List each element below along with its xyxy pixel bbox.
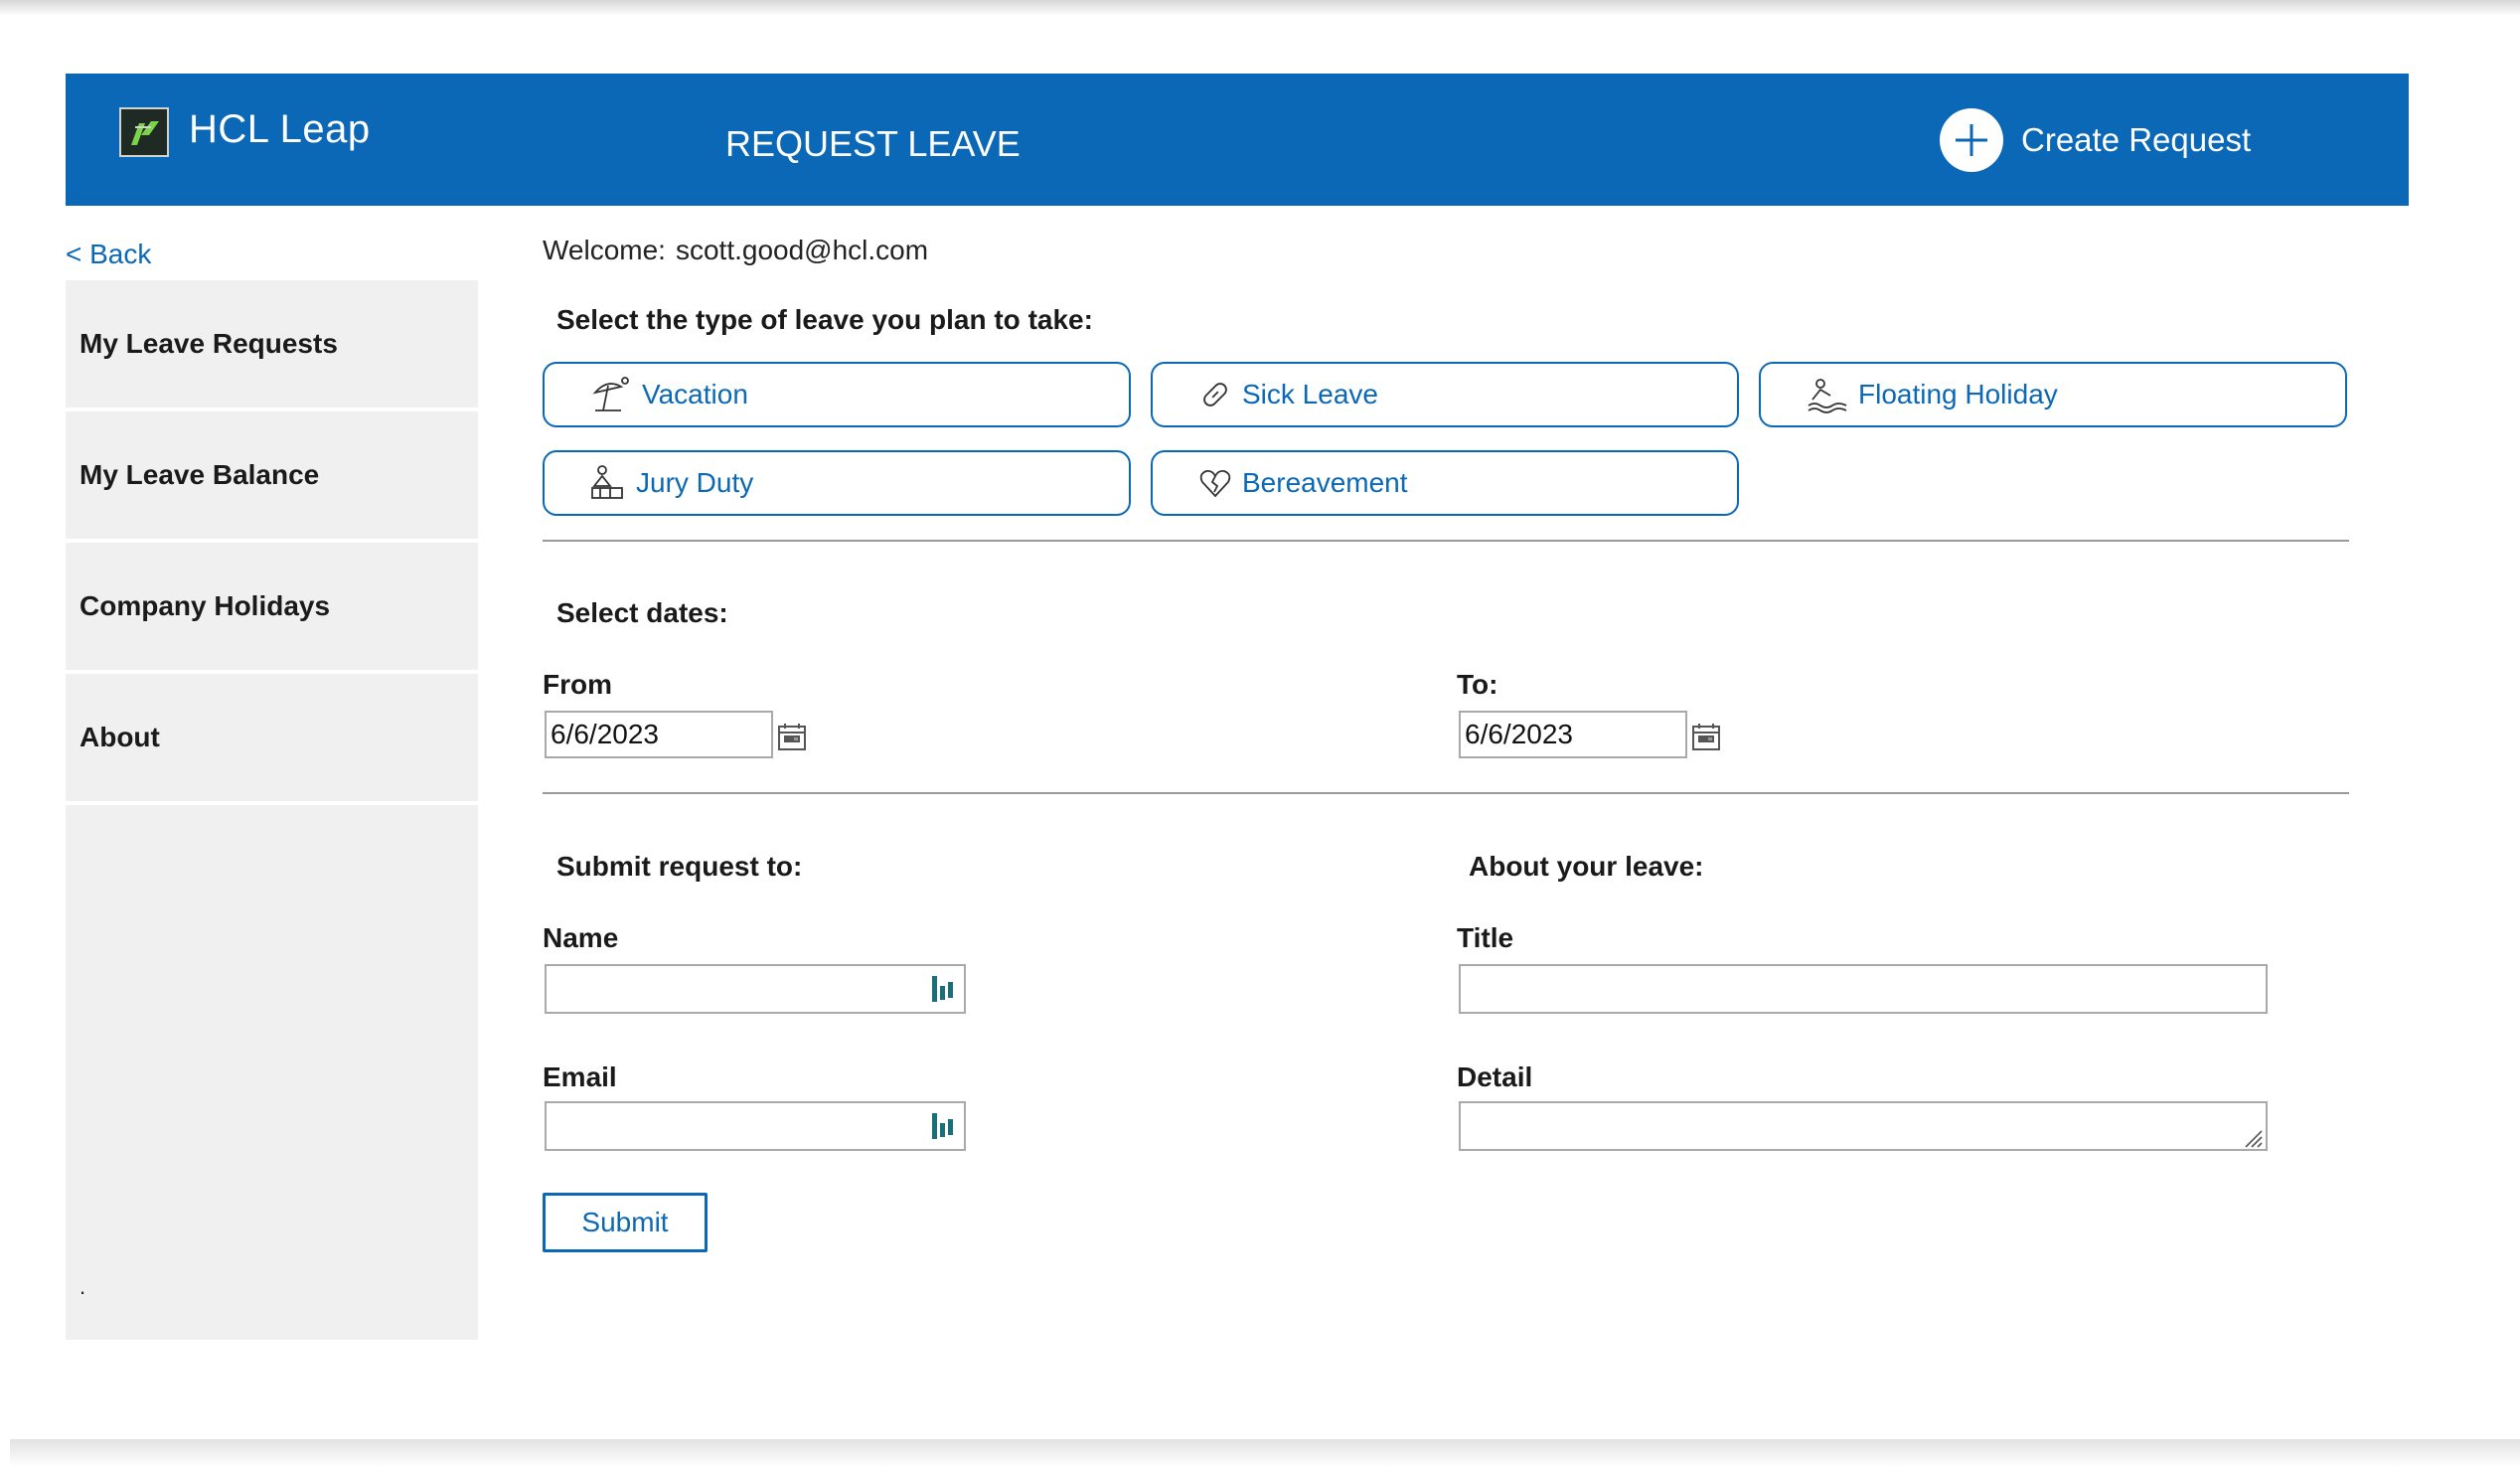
title-label: Title: [1457, 922, 1514, 953]
bandage-icon: [1198, 374, 1232, 415]
sidebar-item-label: Company Holidays: [79, 590, 331, 621]
submit-to-heading: Submit request to:: [556, 851, 803, 882]
email-label: Email: [543, 1061, 617, 1092]
sidebar-item-label: My Leave Balance: [79, 459, 320, 490]
sick-leave-label: Sick Leave: [1242, 379, 1378, 409]
sidebar-item-label: About: [79, 722, 160, 752]
app-header: HCL Leap REQUEST LEAVE Create Request: [66, 74, 2409, 206]
bereavement-label: Bereavement: [1242, 467, 1408, 498]
sidebar-item-label: My Leave Requests: [79, 328, 338, 359]
sidebar-item-my-leave-requests[interactable]: My Leave Requests: [66, 280, 478, 411]
welcome-label: Welcome:: [543, 235, 666, 265]
about-leave-heading: About your leave:: [1469, 851, 1704, 882]
bereavement-button[interactable]: Bereavement: [1151, 450, 1739, 516]
swimmer-icon: [1807, 374, 1848, 415]
to-label: To:: [1457, 669, 1498, 700]
leave-type-prompt: Select the type of leave you plan to tak…: [556, 304, 1093, 335]
sidebar-item-my-leave-balance[interactable]: My Leave Balance: [66, 411, 478, 543]
vacation-button[interactable]: Vacation: [543, 362, 1131, 427]
broken-heart-icon: [1198, 462, 1232, 504]
jury-duty-label: Jury Duty: [636, 467, 754, 498]
beach-umbrella-icon: [590, 374, 632, 415]
calendar-icon[interactable]: [1691, 722, 1721, 751]
title-input[interactable]: [1459, 964, 2268, 1014]
jury-duty-button[interactable]: Jury Duty: [543, 450, 1131, 516]
name-input[interactable]: [545, 964, 966, 1014]
courthouse-icon: [590, 462, 626, 504]
create-request-label: Create Request: [2021, 121, 2252, 158]
divider: [543, 540, 2349, 542]
email-input[interactable]: [545, 1101, 966, 1151]
sidebar-item-about[interactable]: About: [66, 674, 478, 805]
detail-label: Detail: [1457, 1061, 1533, 1092]
app-name: HCL Leap: [189, 107, 371, 151]
from-label: From: [543, 669, 612, 700]
create-request-button[interactable]: Create Request: [1940, 107, 2251, 173]
calendar-icon[interactable]: [777, 722, 807, 751]
to-date-input[interactable]: [1459, 711, 1687, 758]
welcome-message: Welcome: scott.good@hcl.com: [543, 235, 928, 266]
page-title: REQUEST LEAVE: [725, 123, 1021, 164]
submit-button[interactable]: Submit: [543, 1193, 708, 1252]
sidebar-item-company-holidays[interactable]: Company Holidays: [66, 543, 478, 674]
floating-holiday-label: Floating Holiday: [1858, 379, 2058, 409]
dates-prompt: Select dates:: [556, 597, 728, 628]
user-email: scott.good@hcl.com: [675, 235, 929, 265]
floating-holiday-button[interactable]: Floating Holiday: [1759, 362, 2347, 427]
people-picker-icon[interactable]: [930, 974, 956, 1004]
plus-icon: [1940, 108, 2003, 172]
vacation-label: Vacation: [642, 379, 748, 409]
page: HCL Leap REQUEST LEAVE Create Request < …: [0, 0, 2520, 1451]
sick-leave-button[interactable]: Sick Leave: [1151, 362, 1739, 427]
people-picker-icon[interactable]: [930, 1111, 956, 1141]
sidebar: My Leave Requests My Leave Balance Compa…: [66, 280, 478, 1340]
back-link[interactable]: < Back: [66, 239, 151, 270]
detail-textarea[interactable]: [1459, 1101, 2268, 1151]
name-label: Name: [543, 922, 619, 953]
from-date-input[interactable]: [545, 711, 773, 758]
resize-grip-icon[interactable]: [2240, 1125, 2264, 1149]
sidebar-footer-mark: .: [79, 1274, 86, 1299]
divider: [543, 792, 2349, 794]
hcl-leap-logo-icon: [119, 107, 169, 157]
